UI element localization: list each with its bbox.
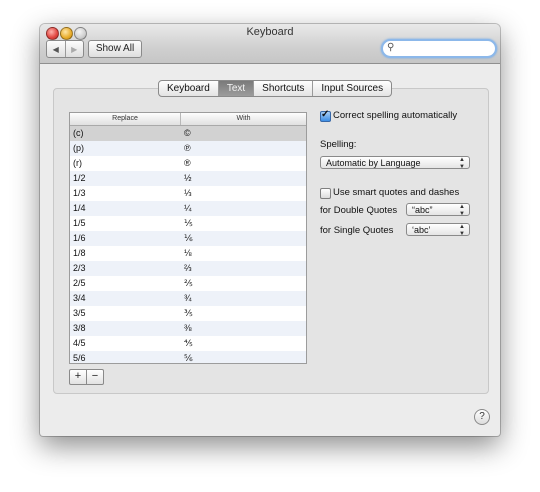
- forward-icon[interactable]: ▶: [64, 41, 84, 57]
- with-cell: ⅛: [184, 248, 192, 258]
- table-row[interactable]: 1/5 ⅕: [70, 216, 306, 231]
- table-row[interactable]: 3/4 ¾: [70, 291, 306, 306]
- table-row[interactable]: 2/5 ⅖: [70, 276, 306, 291]
- replace-cell: 1/4: [73, 203, 86, 213]
- tab-input-sources[interactable]: Input Sources: [312, 81, 391, 96]
- replace-cell: 5/6: [73, 353, 86, 363]
- replace-column-header[interactable]: Replace: [70, 113, 181, 125]
- table-row[interactable]: (c) ©: [70, 126, 306, 141]
- replace-cell: 1/8: [73, 248, 86, 258]
- table-row[interactable]: 4/5 ⅘: [70, 336, 306, 351]
- replace-cell: 4/5: [73, 338, 86, 348]
- with-cell: ⅙: [184, 233, 193, 243]
- single-quotes-label: for Single Quotes: [320, 225, 394, 236]
- replace-cell: (p): [73, 143, 84, 153]
- table-row[interactable]: 2/3 ⅔: [70, 261, 306, 276]
- table-row[interactable]: 1/8 ⅛: [70, 246, 306, 261]
- table-body: (c) © (p) ℗ (r) ® 1/2 ½ 1/3 ⅓ 1/4 ¼ 1/5 ⅕ 1/6 ⅙ 1/8 ⅛ 2/3 ⅔…: [70, 126, 306, 363]
- nav-buttons: ◀ ▶: [46, 40, 84, 58]
- replace-cell: 1/5: [73, 218, 86, 228]
- help-button[interactable]: ?: [474, 409, 490, 425]
- double-quotes-popup[interactable]: “abc” ▲ ▼: [406, 203, 470, 217]
- with-cell: ⅗: [184, 308, 193, 318]
- replace-cell: 1/2: [73, 173, 86, 183]
- replacement-table[interactable]: Replace With (c) © (p) ℗ (r) ® 1/2 ½ 1/3 ⅓ 1/4 ¼ 1/5…: [69, 112, 307, 364]
- correct-spelling-checkbox[interactable]: [320, 109, 331, 122]
- table-row[interactable]: 3/8 ⅜: [70, 321, 306, 336]
- popup-arrows-icon: ▲ ▼: [459, 157, 465, 170]
- table-row[interactable]: (r) ®: [70, 156, 306, 171]
- with-column-header[interactable]: With: [181, 113, 306, 125]
- show-all-button[interactable]: Show All: [88, 40, 142, 58]
- tab-shortcuts[interactable]: Shortcuts: [253, 81, 312, 96]
- with-cell: ⅜: [184, 323, 192, 333]
- smart-quotes-checkbox[interactable]: [320, 188, 331, 199]
- with-cell: ⅘: [184, 338, 193, 348]
- back-icon[interactable]: ◀: [47, 41, 65, 57]
- table-row[interactable]: 1/3 ⅓: [70, 186, 306, 201]
- spelling-popup-value: Automatic by Language: [326, 158, 421, 168]
- tab-keyboard[interactable]: Keyboard: [159, 81, 218, 96]
- table-row[interactable]: 1/2 ½: [70, 171, 306, 186]
- replace-cell: 1/3: [73, 188, 86, 198]
- with-cell: ¼: [184, 203, 192, 213]
- with-cell: ⅖: [184, 278, 193, 288]
- with-cell: ⅓: [184, 188, 192, 198]
- replace-cell: 2/3: [73, 263, 86, 273]
- replace-cell: 3/8: [73, 323, 86, 333]
- with-cell: ℗: [184, 143, 191, 153]
- tab-bar: Keyboard Text Shortcuts Input Sources: [158, 80, 393, 97]
- correct-spelling-label: Correct spelling automatically: [333, 110, 458, 121]
- table-row[interactable]: (p) ℗: [70, 141, 306, 156]
- spelling-popup[interactable]: Automatic by Language ▲ ▼: [320, 156, 470, 170]
- double-quotes-label: for Double Quotes: [320, 205, 398, 216]
- popup-arrows-icon: ▲ ▼: [459, 224, 465, 237]
- search-icon: ⚲: [387, 42, 395, 53]
- with-cell: ⅚: [184, 353, 193, 363]
- popup-arrows-icon: ▲ ▼: [459, 204, 465, 217]
- with-cell: ⅔: [184, 263, 192, 273]
- replace-cell: 1/6: [73, 233, 86, 243]
- keyboard-window: Keyboard ◀ ▶ Show All ⚲ Keyboard Text Sh…: [40, 24, 500, 436]
- search-field[interactable]: ⚲: [381, 39, 497, 58]
- smart-quotes-label: Use smart quotes and dashes: [333, 187, 460, 198]
- with-cell: ®: [184, 158, 191, 168]
- window-title: Keyboard: [246, 26, 294, 38]
- with-cell: ½: [184, 173, 192, 183]
- with-cell: ©: [184, 128, 191, 138]
- replace-cell: (c): [73, 128, 84, 138]
- table-header: Replace With: [70, 113, 306, 126]
- remove-button[interactable]: −: [86, 369, 104, 385]
- with-cell: ¾: [184, 293, 192, 303]
- tab-text[interactable]: Text: [217, 81, 254, 96]
- spelling-label: Spelling:: [320, 139, 357, 150]
- table-row[interactable]: 1/6 ⅙: [70, 231, 306, 246]
- table-row[interactable]: 5/6 ⅚: [70, 351, 306, 363]
- replace-cell: 2/5: [73, 278, 86, 288]
- table-row[interactable]: 1/4 ¼: [70, 201, 306, 216]
- replace-cell: 3/4: [73, 293, 86, 303]
- with-cell: ⅕: [184, 218, 193, 228]
- table-row[interactable]: 3/5 ⅗: [70, 306, 306, 321]
- single-quotes-value: ‘abc’: [412, 225, 431, 235]
- replace-cell: (r): [73, 158, 82, 168]
- single-quotes-popup[interactable]: ‘abc’ ▲ ▼: [406, 223, 470, 237]
- double-quotes-value: “abc”: [412, 205, 433, 215]
- add-button[interactable]: +: [69, 369, 87, 385]
- title-bar: Keyboard ◀ ▶ Show All ⚲: [40, 24, 500, 64]
- replace-cell: 3/5: [73, 308, 86, 318]
